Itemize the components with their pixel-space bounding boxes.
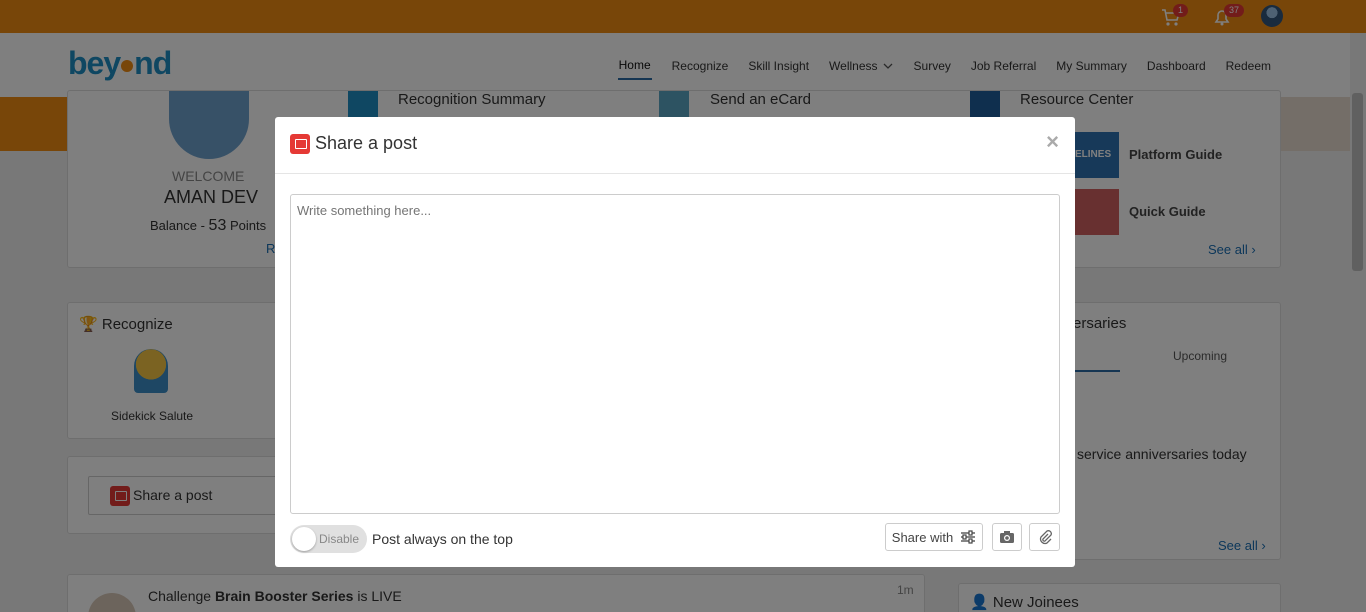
camera-button[interactable] (992, 523, 1022, 551)
pin-label: Post always on the top (372, 531, 513, 547)
close-icon[interactable]: × (1046, 129, 1059, 155)
pin-toggle[interactable]: Disable (290, 525, 367, 553)
modal-title-text: Share a post (315, 133, 418, 153)
toggle-state-label: Disable (319, 532, 360, 546)
modal-header: Share a post × (275, 117, 1075, 174)
paperclip-icon (1039, 530, 1052, 545)
share-post-modal: Share a post × Disable Post always on th… (275, 117, 1075, 567)
share-with-label: Share with (891, 529, 954, 545)
sliders-icon (961, 530, 976, 544)
share-with-button[interactable]: Share with (885, 523, 983, 551)
attach-button[interactable] (1029, 523, 1060, 551)
camera-icon (1000, 531, 1014, 543)
post-textarea[interactable] (290, 194, 1060, 514)
modal-title: Share a post (290, 133, 417, 154)
toggle-knob (292, 527, 316, 551)
chat-icon (290, 133, 310, 154)
